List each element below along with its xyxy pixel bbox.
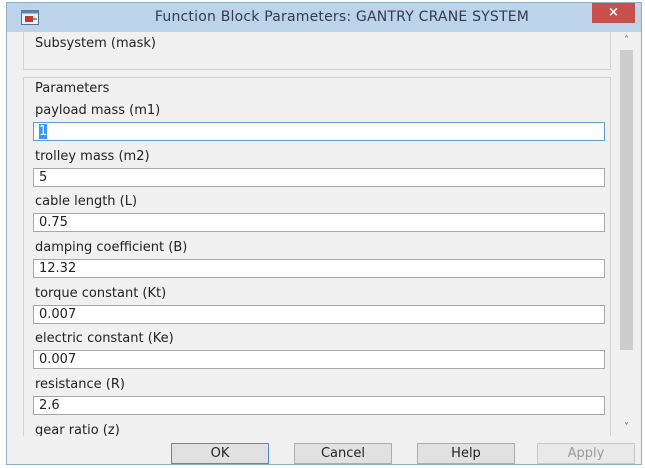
- mask-section-label: Subsystem (mask): [35, 36, 156, 51]
- damping-coefficient-label: damping coefficient (B): [35, 240, 188, 255]
- ok-button[interactable]: OK: [171, 443, 269, 464]
- payload-mass-input[interactable]: 1: [33, 122, 605, 141]
- torque-constant-label: torque constant (Kt): [35, 286, 167, 301]
- resistance-input[interactable]: 2.6: [33, 396, 605, 415]
- cable-length-label: cable length (L): [35, 194, 138, 209]
- electric-constant-input[interactable]: 0.007: [33, 350, 605, 369]
- cancel-button[interactable]: Cancel: [294, 443, 392, 464]
- trolley-mass-input[interactable]: 5: [33, 168, 605, 187]
- close-button[interactable]: ×: [592, 3, 635, 23]
- scrollbar-thumb[interactable]: [620, 50, 633, 350]
- parameters-group-label: Parameters: [35, 81, 110, 96]
- cable-length-input[interactable]: 0.75: [33, 213, 605, 232]
- payload-mass-label: payload mass (m1): [35, 103, 161, 118]
- parameters-scroll-area: Subsystem (mask) Parameters payload mass…: [15, 32, 616, 436]
- resistance-label: resistance (R): [35, 377, 125, 392]
- vertical-scrollbar[interactable]: ˄ ˅: [618, 32, 635, 436]
- window-title: Function Block Parameters: GANTRY CRANE …: [154, 9, 530, 25]
- apply-button[interactable]: Apply: [537, 443, 635, 464]
- help-button[interactable]: Help: [417, 443, 515, 464]
- title-bar[interactable]: Function Block Parameters: GANTRY CRANE …: [7, 3, 641, 32]
- torque-constant-input[interactable]: 0.007: [33, 305, 605, 324]
- damping-coefficient-input[interactable]: 12.32: [33, 259, 605, 278]
- trolley-mass-label: trolley mass (m2): [35, 149, 150, 164]
- gear-ratio-label: gear ratio (z): [35, 423, 120, 436]
- chevron-up-icon[interactable]: ˄: [618, 32, 635, 49]
- close-icon: ×: [608, 5, 619, 20]
- dialog-body: Subsystem (mask) Parameters payload mass…: [15, 32, 635, 464]
- payload-mass-value: 1: [39, 124, 48, 139]
- chevron-down-icon[interactable]: ˅: [618, 419, 635, 436]
- dialog-window: Function Block Parameters: GANTRY CRANE …: [6, 2, 642, 465]
- electric-constant-label: electric constant (Ke): [35, 331, 174, 346]
